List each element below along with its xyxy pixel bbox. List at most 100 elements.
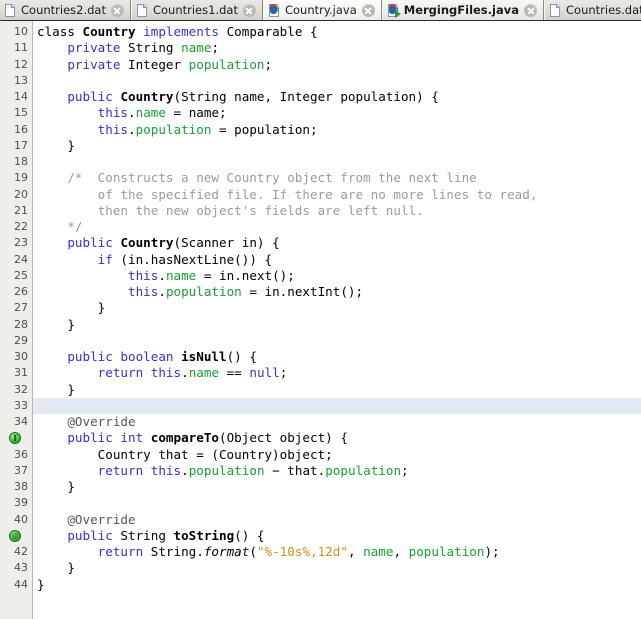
code-token: population [189, 57, 265, 72]
code-token: population [166, 284, 242, 299]
code-token: String. [143, 544, 204, 559]
code-token: ( [249, 544, 257, 559]
code-token: . [181, 463, 189, 478]
override-marker-icon[interactable]: ◎ [9, 530, 21, 542]
code-line[interactable]: public Country(Scanner in) { [33, 235, 641, 251]
code-line[interactable]: this.population = in.nextInt(); [33, 284, 641, 300]
code-line[interactable]: public boolean isNull() { [33, 349, 641, 365]
code-token: return [98, 544, 144, 559]
line-number: 40 [0, 512, 32, 528]
code-token: private [67, 40, 120, 55]
code-line[interactable]: private Integer population; [33, 57, 641, 73]
code-line[interactable]: this.name = in.next(); [33, 268, 641, 284]
code-token: String [113, 528, 174, 543]
line-number: 43 [0, 560, 32, 576]
code-line[interactable]: @Override [33, 512, 641, 528]
code-token [37, 89, 67, 104]
close-icon[interactable] [243, 4, 256, 17]
code-token: } [37, 300, 105, 315]
line-number: 24 [0, 252, 32, 268]
editor-tab[interactable]: Country.java [263, 0, 382, 21]
code-token [37, 57, 67, 72]
code-token: this [151, 463, 181, 478]
code-line[interactable]: Country that = (Country)object; [33, 447, 641, 463]
code-token: Country that = (Country)object; [37, 447, 333, 462]
editor-tab-bar: Countries2.dat Countries1.dat Country.java… [0, 0, 641, 21]
code-text-area[interactable]: class Country implements Comparable { pr… [33, 21, 641, 619]
code-line[interactable]: this.name = name; [33, 105, 641, 121]
code-token [143, 463, 151, 478]
code-token: (in.hasNextLine()) { [113, 252, 272, 267]
file-icon [5, 4, 17, 18]
code-line[interactable]: if (in.hasNextLine()) { [33, 252, 641, 268]
editor-tab[interactable]: Countries2.dat [0, 0, 131, 21]
code-token: = population; [211, 122, 317, 137]
code-line[interactable]: of the specified file. If there are no m… [33, 187, 641, 203]
code-line[interactable]: } [33, 560, 641, 576]
code-token [37, 463, 98, 478]
code-token: . [181, 365, 189, 380]
line-number: 31 [0, 365, 32, 381]
code-line[interactable]: } [33, 382, 641, 398]
code-line[interactable]: return this.name == null; [33, 365, 641, 381]
code-token: () { [234, 528, 264, 543]
code-token: this [151, 365, 181, 380]
code-token: , [393, 544, 408, 559]
close-icon[interactable] [362, 4, 375, 17]
code-line[interactable]: } [33, 317, 641, 333]
code-token [37, 122, 98, 137]
code-token: compareTo [151, 430, 219, 445]
code-token: (String name, Integer population) { [174, 89, 439, 104]
code-line[interactable] [33, 154, 641, 170]
code-line[interactable] [33, 73, 641, 89]
implements-marker-icon[interactable]: I [9, 432, 21, 444]
code-line[interactable]: } [33, 300, 641, 316]
code-line[interactable] [33, 495, 641, 511]
gutter-annotation-marker[interactable]: I35 [0, 430, 32, 446]
code-line[interactable]: @Override [33, 414, 641, 430]
code-token: then the new object's fields are left nu… [37, 203, 424, 218]
line-number: 20 [0, 187, 32, 203]
code-line[interactable]: return String.format("%-10s%,12d", name,… [33, 544, 641, 560]
editor-tab[interactable]: Countries1.dat [131, 0, 263, 21]
line-number: 17 [0, 138, 32, 154]
code-token: population [409, 544, 485, 559]
code-token: . [128, 122, 136, 137]
code-token: population [325, 463, 401, 478]
code-line[interactable]: } [33, 479, 641, 495]
gutter-annotation-marker[interactable]: ◎41 [0, 528, 32, 544]
code-token [37, 252, 98, 267]
line-number-gutter[interactable]: 1011121314151617181920212223242526272829… [0, 21, 33, 619]
code-line[interactable]: public Country(String name, Integer popu… [33, 89, 641, 105]
editor-tab-label: Countries1.dat [153, 0, 238, 21]
line-number: 19 [0, 170, 32, 186]
code-token: name [166, 268, 196, 283]
code-line[interactable]: } [33, 138, 641, 154]
code-token: Integer [120, 57, 188, 72]
code-line[interactable]: then the new object's fields are left nu… [33, 203, 641, 219]
code-line[interactable]: class Country implements Comparable { [33, 24, 641, 40]
editor-tab[interactable]: MergingFiles.java [382, 0, 544, 21]
code-token: isNull [181, 349, 227, 364]
code-token: */ [37, 219, 83, 234]
code-token [174, 349, 182, 364]
close-icon[interactable] [111, 4, 124, 17]
code-line[interactable]: public int compareTo(Object object) { [33, 430, 641, 446]
code-line[interactable]: */ [33, 219, 641, 235]
line-number: 11 [0, 40, 32, 56]
code-line[interactable]: public String toString() { [33, 528, 641, 544]
code-token: null [249, 365, 279, 380]
editor-tab[interactable]: Countries.dat [544, 0, 641, 21]
code-line-current[interactable] [33, 398, 641, 414]
code-line[interactable]: return this.population − that.population… [33, 463, 641, 479]
editor-tab-label: Countries.dat [566, 0, 641, 21]
close-icon[interactable] [524, 4, 537, 17]
code-token: public boolean [67, 349, 173, 364]
code-line[interactable] [33, 333, 641, 349]
code-line[interactable]: /* Constructs a new Country object from … [33, 170, 641, 186]
code-line[interactable]: } [33, 577, 641, 593]
code-line[interactable]: this.population = population; [33, 122, 641, 138]
line-number: 29 [0, 333, 32, 349]
code-token: this [128, 284, 158, 299]
code-line[interactable]: private String name; [33, 40, 641, 56]
